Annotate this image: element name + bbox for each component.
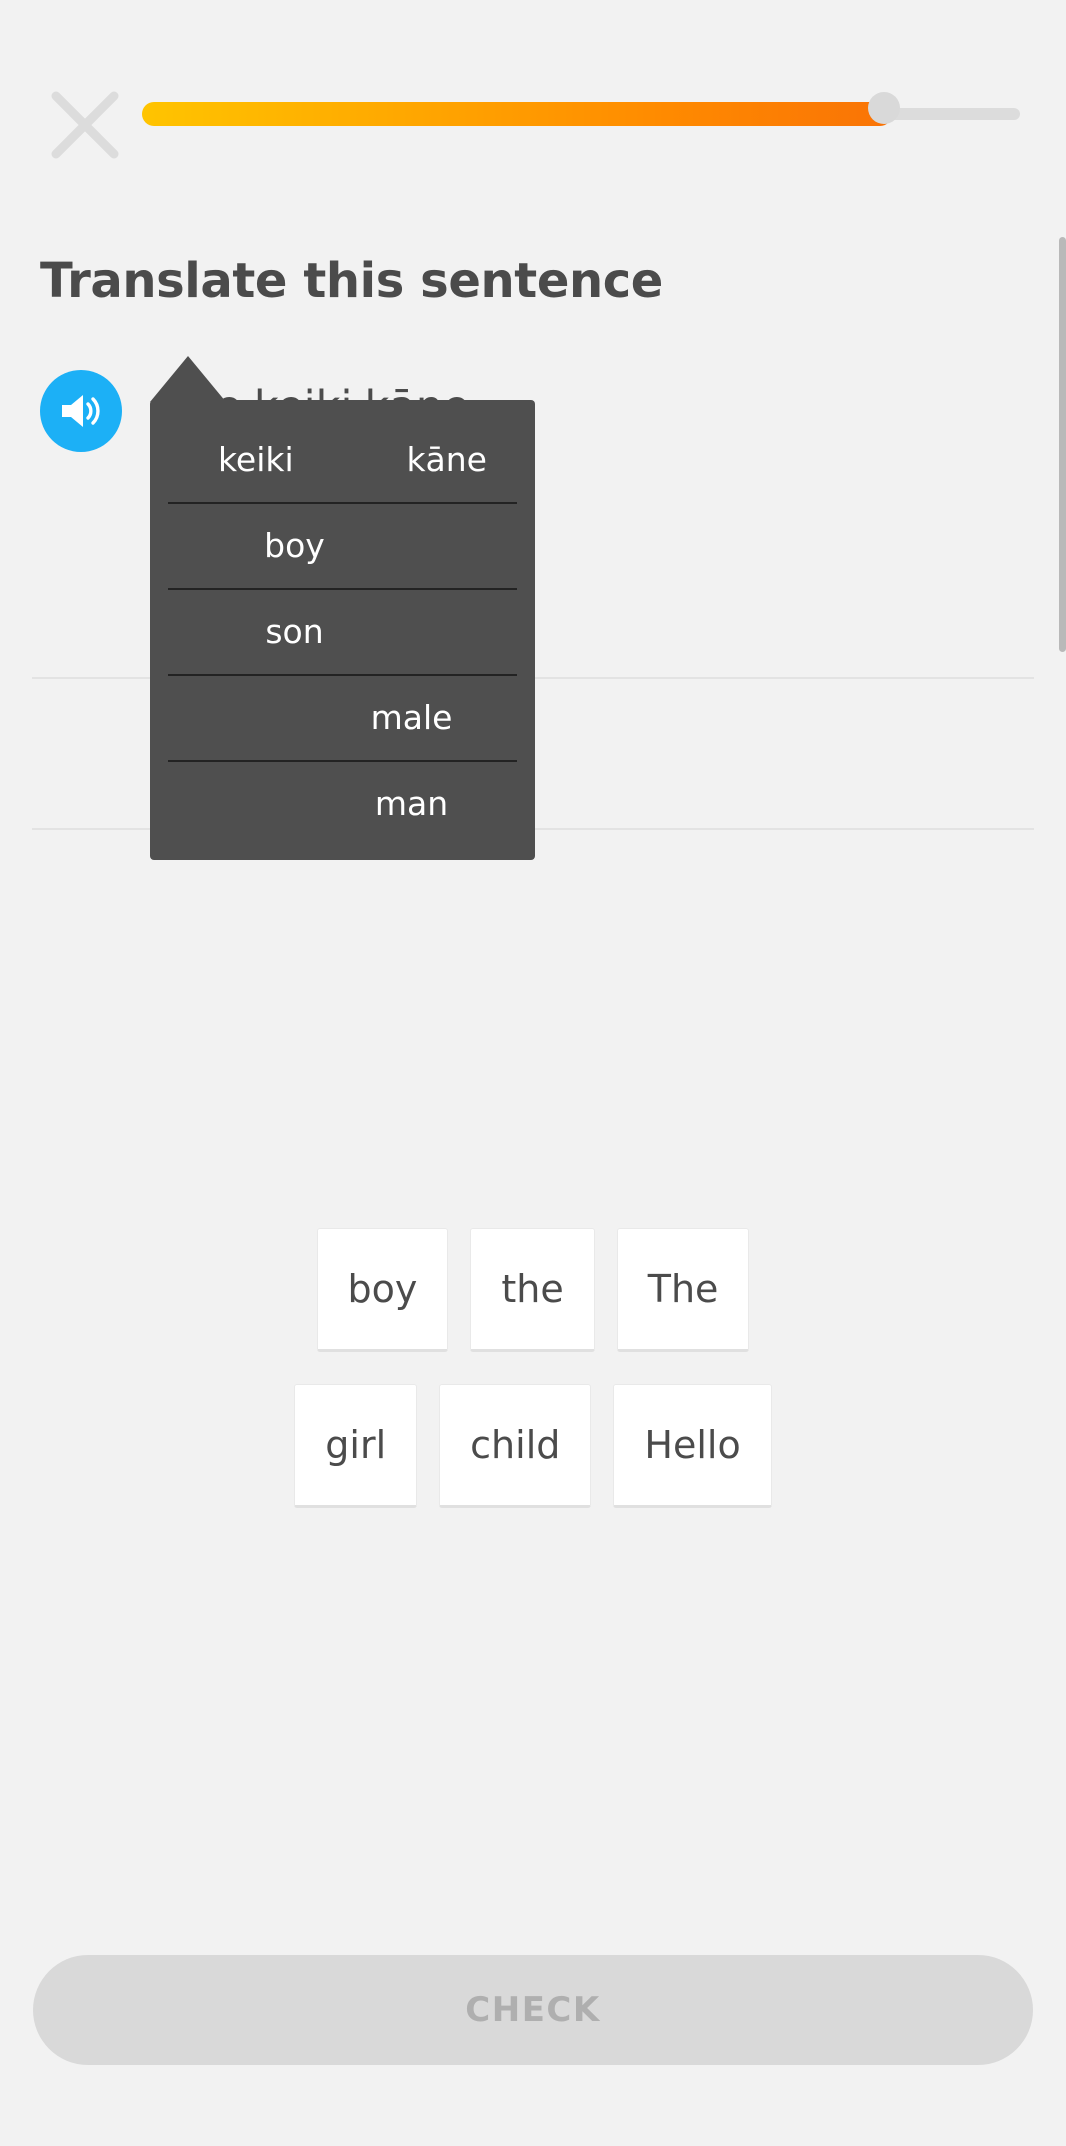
hint-definition-1: son: [168, 590, 517, 676]
hint-popup-arrow: [150, 356, 226, 402]
page-title: Translate this sentence: [40, 253, 663, 309]
word-tile-hello[interactable]: Hello: [613, 1384, 772, 1508]
hint-headwords: keiki kāne: [168, 424, 517, 504]
speaker-volume-icon: [57, 387, 105, 435]
lesson-screen: Translate this sentence ke keiki kāne ke…: [0, 0, 1066, 2146]
word-bank: boy the The girl child Hello: [0, 1228, 1066, 1540]
hint-headword-right: kāne: [406, 440, 487, 479]
word-tile-boy[interactable]: boy: [316, 1228, 449, 1352]
lesson-header: [0, 0, 1066, 170]
close-x-icon: [40, 80, 130, 170]
close-lesson-button[interactable]: [40, 80, 130, 170]
word-tile-the-upper[interactable]: The: [616, 1228, 750, 1352]
check-button[interactable]: CHECK: [33, 1955, 1033, 2065]
hint-definition-0: boy: [168, 504, 517, 590]
vertical-scrollbar[interactable]: [1059, 237, 1066, 652]
lesson-progress-fill: [142, 92, 900, 126]
play-audio-button[interactable]: [40, 370, 122, 452]
word-tile-the-lower[interactable]: the: [470, 1228, 595, 1352]
word-tile-girl[interactable]: girl: [294, 1384, 418, 1508]
lesson-progress-bar: [142, 92, 1020, 126]
hint-definition-2: male: [168, 676, 517, 762]
word-bank-row-2: girl child Hello: [0, 1384, 1066, 1508]
hint-popup: keiki kāne boy son male man: [150, 400, 535, 860]
word-bank-row-1: boy the The: [0, 1228, 1066, 1352]
hint-headword-left: keiki: [218, 440, 294, 479]
word-tile-child[interactable]: child: [439, 1384, 592, 1508]
hint-definition-3: man: [374, 784, 449, 823]
lesson-progress-knob: [868, 92, 900, 124]
